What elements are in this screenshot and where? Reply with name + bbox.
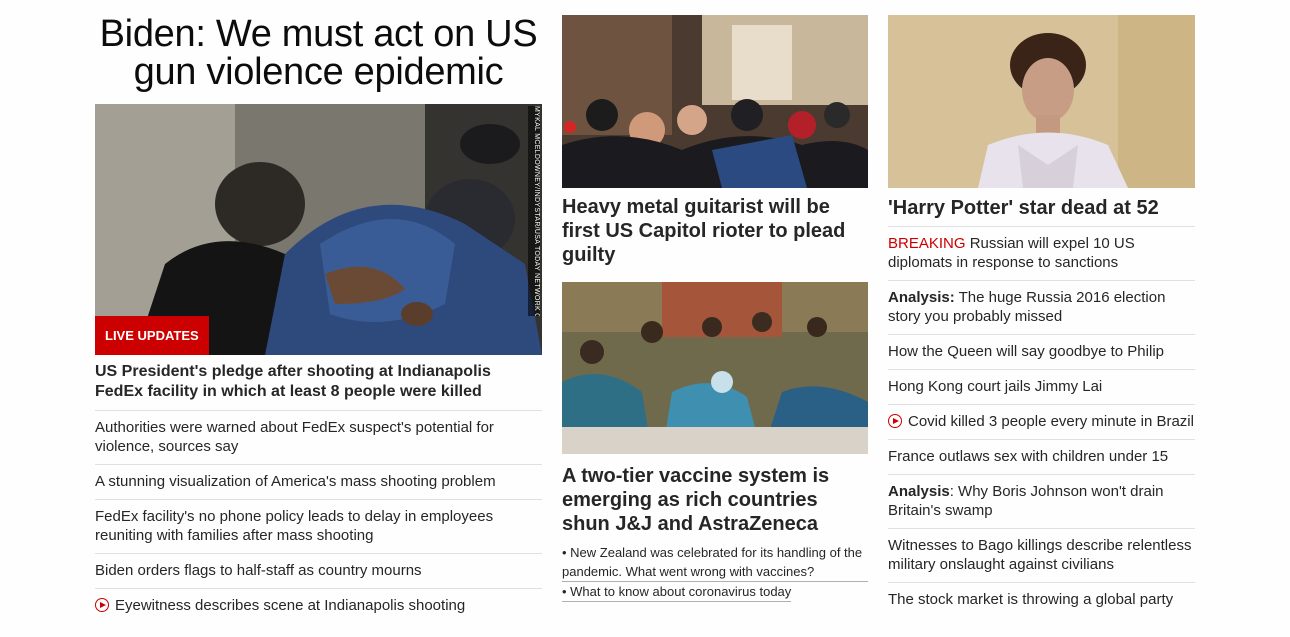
portrait-photo-illustration <box>888 15 1195 188</box>
live-updates-badge[interactable]: LIVE UPDATES <box>95 316 209 355</box>
story-link[interactable]: Authorities were warned about FedEx susp… <box>95 411 542 465</box>
play-video-icon <box>888 414 902 428</box>
middle-column: Heavy metal guitarist will be first US C… <box>562 0 868 602</box>
story-link[interactable]: Hong Kong court jails Jimmy Lai <box>888 370 1195 405</box>
capitol-riot-image[interactable] <box>562 15 868 188</box>
video-story-link[interactable]: Eyewitness describes scene at Indianapol… <box>95 589 542 623</box>
analysis-kicker: Analysis: <box>888 289 955 306</box>
vaccine-headline[interactable]: A two-tier vaccine system is emerging as… <box>562 464 868 536</box>
right-column: 'Harry Potter' star dead at 52 BREAKING … <box>888 0 1195 617</box>
story-text: Covid killed 3 people every minute in Br… <box>908 413 1194 430</box>
story-link[interactable]: Witnesses to Bago killings describe rele… <box>888 529 1195 583</box>
story-link[interactable]: Biden orders flags to half-staff as coun… <box>95 554 542 589</box>
analysis-kicker: Analysis <box>888 483 950 500</box>
harry-potter-headline[interactable]: 'Harry Potter' star dead at 52 <box>888 196 1195 227</box>
analysis-story-link[interactable]: Analysis: The huge Russia 2016 election … <box>888 281 1195 335</box>
bullet-link[interactable]: • What to know about coronavirus today <box>562 582 792 602</box>
hero-image[interactable]: MYKAL MCELDOWNEY/INDYSTAR/USA TODAY NETW… <box>95 104 542 355</box>
main-headline[interactable]: Biden: We must act on US gun violence ep… <box>95 0 542 91</box>
story-text: Eyewitness describes scene at Indianapol… <box>115 597 466 614</box>
lead-story-link[interactable]: US President's pledge after shooting at … <box>95 355 542 411</box>
story-link[interactable]: The stock market is throwing a global pa… <box>888 583 1195 617</box>
capitol-photo-illustration <box>562 15 868 188</box>
story-link[interactable]: A stunning visualization of America's ma… <box>95 465 542 500</box>
breaking-story-link[interactable]: BREAKING Russian will expel 10 US diplom… <box>888 227 1195 281</box>
top-story-column: Biden: We must act on US gun violence ep… <box>95 0 542 623</box>
story-link[interactable]: How the Queen will say goodbye to Philip <box>888 335 1195 370</box>
vaccine-photo-illustration <box>562 282 868 454</box>
video-story-link[interactable]: Covid killed 3 people every minute in Br… <box>888 405 1195 440</box>
harry-potter-star-image[interactable] <box>888 15 1195 188</box>
story-link[interactable]: France outlaws sex with children under 1… <box>888 440 1195 475</box>
capitol-rioter-headline[interactable]: Heavy metal guitarist will be first US C… <box>562 195 868 267</box>
play-video-icon <box>95 598 109 612</box>
breaking-label: BREAKING <box>888 235 966 252</box>
photo-credit: MYKAL MCELDOWNEY/INDYSTAR/USA TODAY NETW… <box>528 106 540 316</box>
story-link[interactable]: FedEx facility's no phone policy leads t… <box>95 500 542 554</box>
bullet-link[interactable]: • New Zealand was celebrated for its han… <box>562 543 868 582</box>
vaccine-image[interactable] <box>562 282 868 454</box>
vaccine-bullets: • New Zealand was celebrated for its han… <box>562 543 868 602</box>
analysis-story-link[interactable]: Analysis: Why Boris Johnson won't drain … <box>888 475 1195 529</box>
